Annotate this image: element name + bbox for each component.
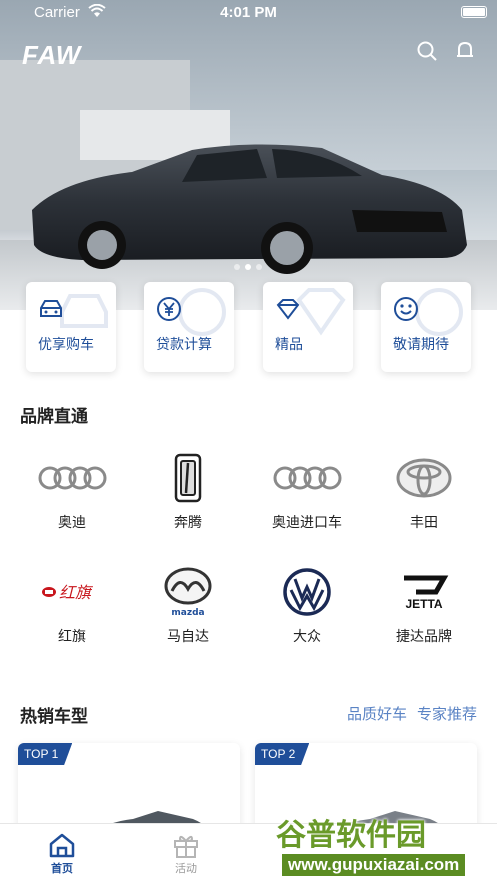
brand-name: 大众 [293, 629, 321, 645]
brand-item-vw[interactable]: 大众 [257, 566, 357, 666]
quick-entry-boutique[interactable]: 精品 [263, 282, 353, 372]
hot-models-subtitle-expert: 专家推荐 [416, 705, 477, 723]
brand-name: 奔腾 [174, 515, 202, 531]
brand-item-audi-import[interactable]: 奥迪进口车 [257, 452, 357, 552]
brand-name: 马自达 [167, 629, 209, 645]
smile-icon [394, 297, 418, 321]
car-icon [40, 300, 62, 317]
brand-item-audi[interactable]: 奥迪 [22, 452, 122, 552]
brand-item-bestune[interactable]: 奔腾 [138, 452, 238, 552]
quick-entry-label: 贷款计算 [156, 337, 212, 353]
hot-models-section-title: 热销车型 [20, 707, 88, 727]
brands-section-title: 品牌直通 [20, 407, 88, 427]
status-bar: Carrier 4:01 PM [0, 0, 497, 26]
hero-banner[interactable]: Carrier 4:01 PM FAW [0, 0, 497, 310]
search-icon[interactable] [416, 40, 438, 62]
site-watermark: 谷普软件园 www.gupuxiazai.com [270, 806, 497, 883]
banner-dot[interactable] [256, 264, 262, 270]
gift-icon [174, 835, 198, 858]
audi-logo [273, 466, 342, 490]
brand-item-toyota[interactable]: 丰田 [374, 452, 474, 552]
brand-item-jetta[interactable]: JETTA 捷达品牌 [374, 566, 474, 666]
yen-coin-icon-watermark [178, 288, 226, 336]
quick-entry-label: 优享购车 [38, 337, 94, 353]
yen-coin-icon [157, 297, 181, 321]
quick-entry-coming-soon[interactable]: 敬请期待 [381, 282, 471, 372]
diamond-icon [276, 299, 300, 320]
tab-home[interactable]: 首页 [32, 832, 92, 876]
brand-item-mazda[interactable]: mazda 马自达 [138, 566, 238, 666]
toyota-logo [396, 458, 452, 498]
brand-name: 红旗 [58, 629, 86, 645]
car-icon-watermark [60, 294, 108, 328]
banner-dot[interactable] [234, 264, 240, 270]
quick-entry-label: 敬请期待 [393, 337, 449, 353]
hongqi-logo: 红旗 [42, 583, 94, 602]
bestune-logo [174, 453, 202, 503]
banner-dot[interactable] [245, 264, 251, 270]
diamond-icon-watermark [296, 288, 346, 336]
brand-name: 丰田 [410, 515, 438, 531]
rank-tag: TOP 1 [18, 743, 73, 765]
brand-name: 捷达品牌 [396, 629, 452, 645]
tab-label: 活动 [175, 862, 197, 875]
hot-models-subtitle[interactable]: 品质好车 专家推荐 [347, 703, 477, 724]
tab-activity[interactable]: 活动 [156, 832, 216, 876]
smile-icon-watermark [415, 288, 463, 336]
faw-logo: FAW [22, 40, 82, 70]
home-icon [49, 833, 75, 858]
watermark-title: 谷普软件园 [276, 818, 426, 853]
clock: 4:01 PM [220, 4, 277, 21]
mazda-logo: mazda [164, 567, 212, 617]
quick-entry-row: 优享购车 贷款计算 精品 敬请期待 [26, 282, 471, 372]
banner-pagination [234, 264, 262, 270]
tab-label: 首页 [51, 862, 73, 875]
audi-logo [38, 466, 107, 490]
quick-entry-loan-calculator[interactable]: 贷款计算 [144, 282, 234, 372]
brand-name: 奥迪 [58, 515, 86, 531]
svg-text:JETTA: JETTA [405, 597, 442, 611]
svg-text:红旗: 红旗 [59, 583, 94, 602]
jetta-logo: JETTA [404, 575, 449, 611]
rank-tag: TOP 2 [255, 743, 310, 765]
hot-models-subtitle-quality: 品质好车 [346, 705, 407, 723]
svg-text:mazda: mazda [171, 608, 204, 617]
battery-icon [461, 6, 487, 18]
bell-icon[interactable] [454, 40, 476, 62]
quick-entry-buy-car[interactable]: 优享购车 [26, 282, 116, 372]
quick-entry-label: 精品 [275, 337, 303, 353]
brand-name: 奥迪进口车 [272, 515, 342, 531]
watermark-url: www.gupuxiazai.com [282, 854, 466, 876]
brand-item-hongqi[interactable]: 红旗 红旗 [22, 566, 122, 666]
vw-logo [283, 568, 331, 616]
